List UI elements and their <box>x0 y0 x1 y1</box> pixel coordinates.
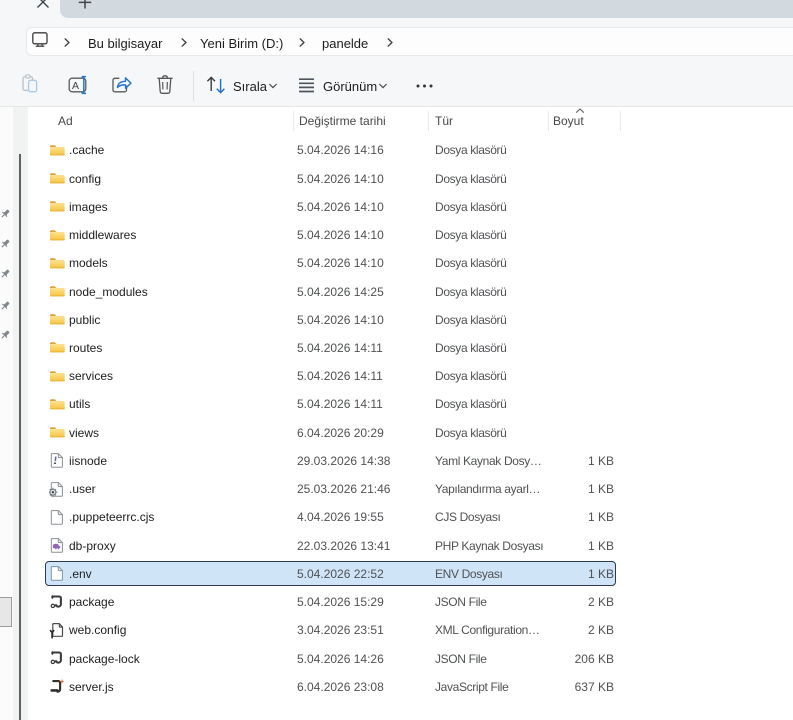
svg-text:A: A <box>72 80 79 92</box>
